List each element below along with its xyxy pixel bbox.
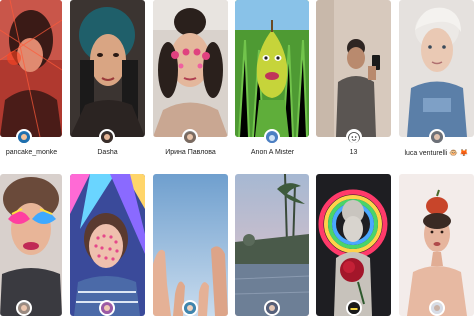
creator-name-4[interactable]: Anon A Mister xyxy=(233,149,312,156)
effect-thumbnail-2 xyxy=(70,0,145,137)
effects-gallery-grid: pancake_monke Dasha Ирина Павлова Anon A… xyxy=(0,0,474,316)
effect-thumbnail-5 xyxy=(316,0,391,137)
creator-avatar-9[interactable] xyxy=(182,300,198,316)
effect-card-5[interactable] xyxy=(316,0,391,137)
creator-name-2[interactable]: Dasha xyxy=(68,149,147,156)
creator-avatar-8[interactable] xyxy=(99,300,115,316)
effect-card-11[interactable] xyxy=(316,174,391,316)
effect-card-6[interactable] xyxy=(399,0,474,137)
creator-avatar-10[interactable] xyxy=(264,300,280,316)
effect-card-3[interactable] xyxy=(153,0,228,137)
creator-avatar-3[interactable] xyxy=(182,129,198,145)
creator-avatar-2[interactable] xyxy=(99,129,115,145)
effect-thumbnail-11 xyxy=(316,174,391,316)
effect-thumbnail-1 xyxy=(0,0,62,137)
effect-thumbnail-10 xyxy=(235,174,309,316)
creator-name-3[interactable]: Ирина Павлова xyxy=(151,149,230,156)
creator-avatar-12[interactable] xyxy=(429,300,445,316)
effect-card-12[interactable] xyxy=(399,174,474,316)
effect-card-1[interactable] xyxy=(0,0,62,137)
creator-avatar-1[interactable] xyxy=(16,129,32,145)
creator-avatar-6[interactable] xyxy=(429,129,445,145)
effect-thumbnail-9 xyxy=(153,174,228,316)
creator-avatar-11[interactable] xyxy=(346,300,362,316)
creator-avatar-4[interactable] xyxy=(264,129,280,145)
effect-card-9[interactable] xyxy=(153,174,228,316)
creator-name-5[interactable]: 13 xyxy=(314,149,393,156)
effect-thumbnail-6 xyxy=(399,0,474,137)
creator-avatar-7[interactable] xyxy=(16,300,32,316)
effect-card-10[interactable] xyxy=(235,174,309,316)
effect-thumbnail-3 xyxy=(153,0,228,137)
effect-thumbnail-4 xyxy=(235,0,309,137)
effect-card-4[interactable] xyxy=(235,0,309,137)
creator-name-6[interactable]: luca venturelli 🐵 🦊 xyxy=(397,149,474,157)
effect-card-2[interactable] xyxy=(70,0,145,137)
effect-card-7[interactable] xyxy=(0,174,62,316)
effect-thumbnail-12 xyxy=(399,174,474,316)
effect-thumbnail-7 xyxy=(0,174,62,316)
effect-thumbnail-8 xyxy=(70,174,145,316)
effect-card-8[interactable] xyxy=(70,174,145,316)
creator-name-1[interactable]: pancake_monke xyxy=(0,149,71,156)
creator-avatar-5[interactable] xyxy=(346,129,362,145)
